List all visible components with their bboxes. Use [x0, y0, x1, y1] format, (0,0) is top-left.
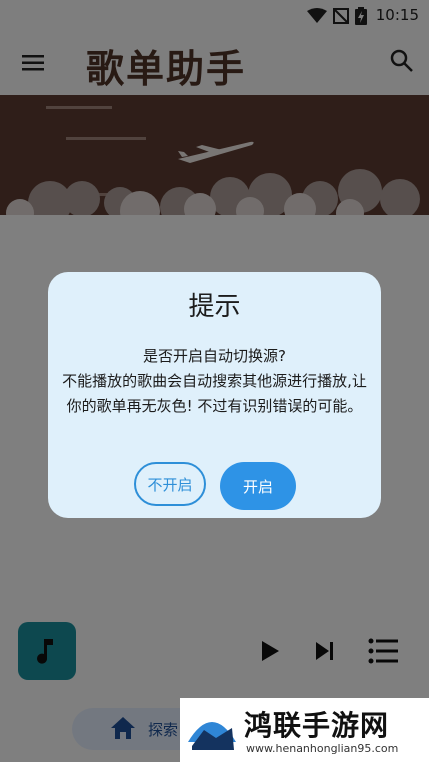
dialog-message: 是否开启自动切换源? 不能播放的歌曲会自动搜索其他源进行播放,让你的歌单再无灰色…: [56, 344, 373, 419]
dialog-title: 提示: [188, 292, 241, 322]
watermark: 鸿联手游网 www.henanhonglian95.com: [180, 698, 429, 762]
watermark-text: 鸿联手游网: [244, 709, 390, 742]
watermark-logo-icon: [188, 722, 236, 750]
dialog-message-line2: 不能播放的歌曲会自动搜索其他源进行播放,让你的歌单再无灰色! 不过有识别错误的可…: [62, 372, 367, 415]
auto-switch-dialog: 提示 是否开启自动切换源? 不能播放的歌曲会自动搜索其他源进行播放,让你的歌单再…: [48, 272, 381, 518]
cancel-button[interactable]: 不开启: [134, 462, 206, 506]
watermark-url: www.henanhonglian95.com: [246, 742, 399, 755]
dialog-message-line1: 是否开启自动切换源?: [143, 347, 286, 365]
confirm-button[interactable]: 开启: [220, 462, 296, 510]
